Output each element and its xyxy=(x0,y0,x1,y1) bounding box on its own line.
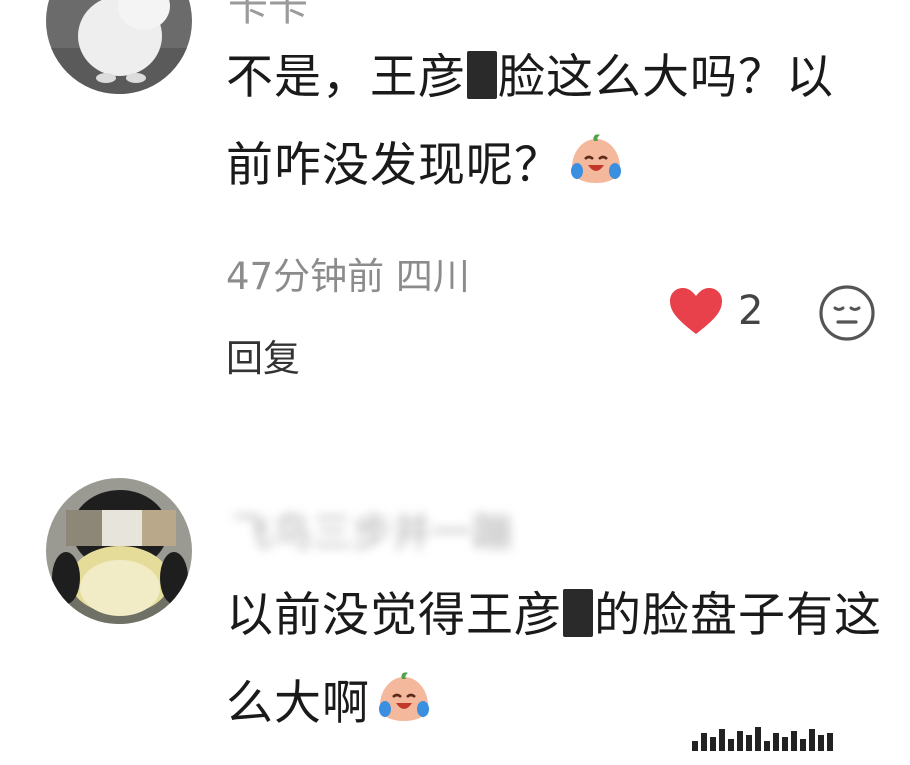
avatar[interactable] xyxy=(46,0,192,94)
avatar[interactable] xyxy=(46,478,192,624)
comment-text-start: 不是，王彦 xyxy=(226,50,466,105)
comment-text-start: 以前没觉得王彦 xyxy=(226,588,562,643)
white-rabbit-avatar-icon xyxy=(46,0,192,94)
comment-item: 飞鸟三步并一蹦 以前没觉得王彦 的脸盘子有这么大啊 xyxy=(0,460,910,765)
watermark xyxy=(692,725,892,751)
penguin-avatar-icon xyxy=(46,478,192,624)
comment-username[interactable]: 飞鸟三步并一蹦 xyxy=(232,500,512,558)
like-button[interactable]: 2 xyxy=(668,286,763,336)
like-count: 2 xyxy=(738,288,764,334)
laugh-cry-emoji-icon xyxy=(379,672,429,721)
comment-time-location: 47分钟前 四川 xyxy=(226,255,470,298)
comment-content: 不是，王彦 脸这么大吗？以前咋没发现呢？ xyxy=(226,34,836,210)
mosaic-censor xyxy=(467,51,497,99)
dislike-button[interactable] xyxy=(818,284,876,346)
comment-content: 以前没觉得王彦 的脸盘子有这么大啊 xyxy=(226,572,886,748)
comment-item: 卡卡 不是，王彦 脸这么大吗？以前咋没发现呢？ 47分钟前 四川 回复 2 xyxy=(0,0,910,420)
reply-button[interactable]: 回复 xyxy=(226,328,300,382)
heart-icon xyxy=(670,288,722,334)
laugh-cry-emoji-icon xyxy=(571,134,621,183)
mosaic-censor xyxy=(563,589,593,637)
neutral-face-icon xyxy=(819,285,875,341)
comment-username[interactable]: 卡卡 xyxy=(228,0,308,32)
